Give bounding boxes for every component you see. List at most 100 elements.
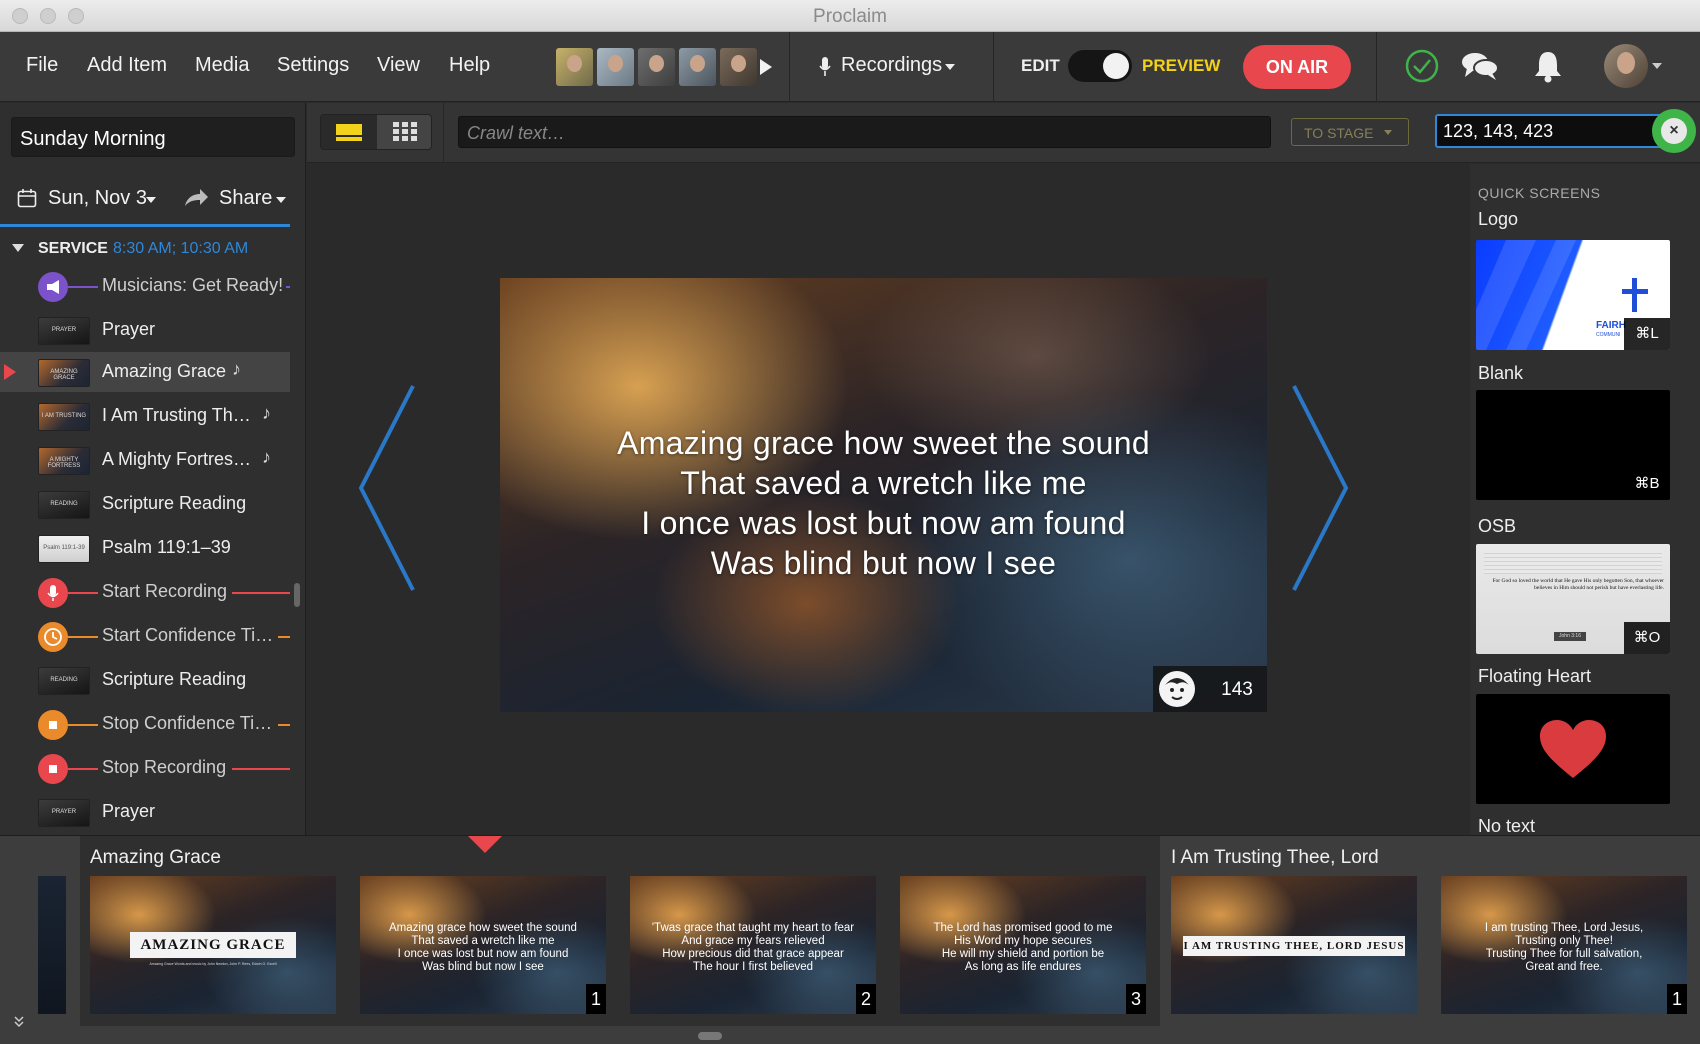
slide-thumbnail-selected[interactable]: Amazing grace how sweet the sound That s… (360, 876, 606, 1014)
quick-screen-blank[interactable]: ⌘B (1476, 390, 1670, 500)
close-icon: × (1661, 118, 1687, 144)
current-slide[interactable]: Amazing grace how sweet the sound That s… (500, 278, 1267, 712)
quick-screen-logo[interactable]: FAIRH COMMUNI ⌘L (1476, 240, 1670, 350)
chat-bubbles-icon[interactable] (1461, 51, 1499, 81)
group-title: I Am Trusting Thee, Lord (1171, 847, 1379, 868)
menu-file[interactable]: File (26, 54, 58, 77)
list-item-selected[interactable]: AMAZING GRACE Amazing Grace ♪ (0, 352, 290, 392)
grid-view-button[interactable] (377, 115, 431, 149)
slide-thumbnail[interactable]: The Lord has promised good to me His Wor… (900, 876, 1146, 1014)
item-label: A Mighty Fortres… (102, 449, 252, 469)
nursery-numbers-input[interactable]: 123, 143, 423 (1435, 114, 1665, 148)
quick-screen-floating-heart[interactable] (1476, 694, 1670, 804)
status-check-icon[interactable] (1405, 49, 1439, 83)
list-item[interactable]: READING Scripture Reading (0, 660, 290, 700)
list-item[interactable]: Psalm 119:1-39 Psalm 119:1–39 (0, 528, 290, 568)
list-item[interactable]: Stop Recording (0, 748, 290, 788)
calendar-icon (17, 189, 37, 208)
item-label: Prayer (102, 801, 156, 821)
cue-line (68, 636, 98, 638)
user-avatar[interactable] (1604, 44, 1648, 88)
single-slide-icon (336, 124, 362, 141)
crawl-text-input[interactable]: Crawl text… (458, 116, 1271, 148)
item-label: Stop Recording (102, 757, 227, 777)
song-group-i-am-trusting: I Am Trusting Thee, Lord I AM TRUSTING T… (1160, 836, 1700, 1026)
window-title: Proclaim (813, 6, 887, 27)
menu-view[interactable]: View (377, 54, 420, 77)
logo-subtext: COMMUNI (1596, 332, 1621, 338)
live-marker-icon (4, 364, 16, 380)
lyric-line: Great and free. (1525, 961, 1603, 973)
clear-numbers-button[interactable]: × (1652, 109, 1696, 153)
chevron-down-icon[interactable] (14, 1016, 24, 1028)
previous-item-thumb[interactable] (38, 876, 66, 1014)
music-note-icon: ♪ (262, 447, 271, 467)
lyric-line: He will my shield and portion be (941, 948, 1105, 960)
item-thumbnail: PRAYER (38, 317, 90, 345)
play-icon[interactable] (759, 58, 773, 76)
to-stage-dropdown[interactable]: TO STAGE (1291, 118, 1409, 146)
slide-thumbnail[interactable]: I am trusting Thee, Lord Jesus, Trusting… (1441, 876, 1687, 1014)
camera-source-5[interactable] (720, 48, 757, 86)
edit-preview-toggle[interactable] (1068, 50, 1132, 82)
microphone-icon (819, 57, 831, 76)
item-label: Psalm 119:1–39 (102, 537, 231, 557)
song-title-card: I AM TRUSTING THEE, LORD JESUS (1183, 936, 1405, 956)
list-item[interactable]: Stop Confidence Ti… (0, 704, 290, 744)
quick-screen-label: No text (1478, 816, 1536, 836)
menu-settings[interactable]: Settings (277, 54, 349, 77)
slide-number: 1 (586, 984, 606, 1014)
share-arrow-icon (185, 189, 208, 206)
item-thumbnail: READING (38, 667, 90, 695)
list-item[interactable]: PRAYER Prayer (0, 310, 290, 350)
quick-screen-label: Floating Heart (1478, 666, 1592, 686)
cue-line (232, 768, 290, 770)
list-item[interactable]: A MIGHTY FORTRESS A Mighty Fortres… ♪ (0, 440, 290, 480)
main-toolbar: File Add Item Media Settings View Help R… (0, 32, 1700, 102)
avatar-face (1617, 52, 1635, 74)
chevron-down-icon (945, 64, 955, 70)
chevron-down-icon (276, 197, 286, 203)
list-item[interactable]: Start Recording (0, 572, 290, 612)
single-view-button[interactable] (321, 115, 377, 149)
lyric-line: I once was lost but now am found (397, 948, 569, 960)
list-item[interactable]: I AM TRUSTING I Am Trusting Th… ♪ (0, 396, 290, 436)
camera-source-2[interactable] (597, 48, 634, 86)
camera-source-1[interactable] (556, 48, 593, 86)
on-air-button[interactable]: ON AIR (1243, 45, 1351, 89)
menu-media[interactable]: Media (195, 54, 249, 77)
item-label: I Am Trusting Th… (102, 405, 251, 425)
menu-help[interactable]: Help (449, 54, 490, 77)
bell-icon[interactable] (1533, 49, 1563, 83)
panel-resize-handle[interactable] (698, 1032, 722, 1040)
lyric-line: That saved a wretch like me (680, 465, 1087, 501)
camera-source-4[interactable] (679, 48, 716, 86)
logo-text: FAIRH (1596, 320, 1626, 331)
list-item[interactable]: Musicians: Get Ready! (0, 266, 290, 306)
slide-thumbnail[interactable]: AMAZING GRACE Amazing Grace Words and mu… (90, 876, 336, 1014)
menu-add-item[interactable]: Add Item (87, 54, 167, 77)
next-slide-arrow-icon[interactable] (1290, 383, 1350, 593)
quick-screen-osb[interactable]: For God so loved the world that He gave … (1476, 544, 1670, 654)
camera-source-3[interactable] (638, 48, 675, 86)
title-bar: Proclaim (0, 0, 1700, 32)
list-item[interactable]: Start Confidence Ti… (0, 616, 290, 656)
faded-text-lines (1484, 550, 1662, 574)
toggle-knob (1103, 53, 1129, 79)
sidebar-scrollbar[interactable] (294, 583, 300, 607)
slide-thumbnail[interactable]: 'Twas grace that taught my heart to fear… (630, 876, 876, 1014)
service-sidebar: Sunday Morning Sun, Nov 3 Share SERVICE … (0, 103, 306, 835)
lyric-line: How precious did that grace appear (662, 948, 844, 960)
slide-thumbnail[interactable]: I AM TRUSTING THEE, LORD JESUS (1171, 876, 1417, 1014)
clock-icon (38, 622, 68, 652)
lyric-line: His Word my hope secures (954, 935, 1092, 947)
list-item[interactable]: PRAYER Prayer (0, 792, 290, 832)
chevron-down-icon[interactable] (1652, 63, 1662, 69)
quick-screen-label: OSB (1478, 516, 1517, 536)
service-name-field[interactable]: Sunday Morning (11, 117, 295, 157)
cue-line (68, 592, 98, 594)
list-item[interactable]: READING Scripture Reading (0, 484, 290, 524)
previous-slide-arrow-icon[interactable] (357, 383, 417, 593)
grid-icon (393, 122, 417, 141)
preview-toolbar: Crawl text… TO STAGE 123, 143, 423 × (307, 103, 1700, 163)
